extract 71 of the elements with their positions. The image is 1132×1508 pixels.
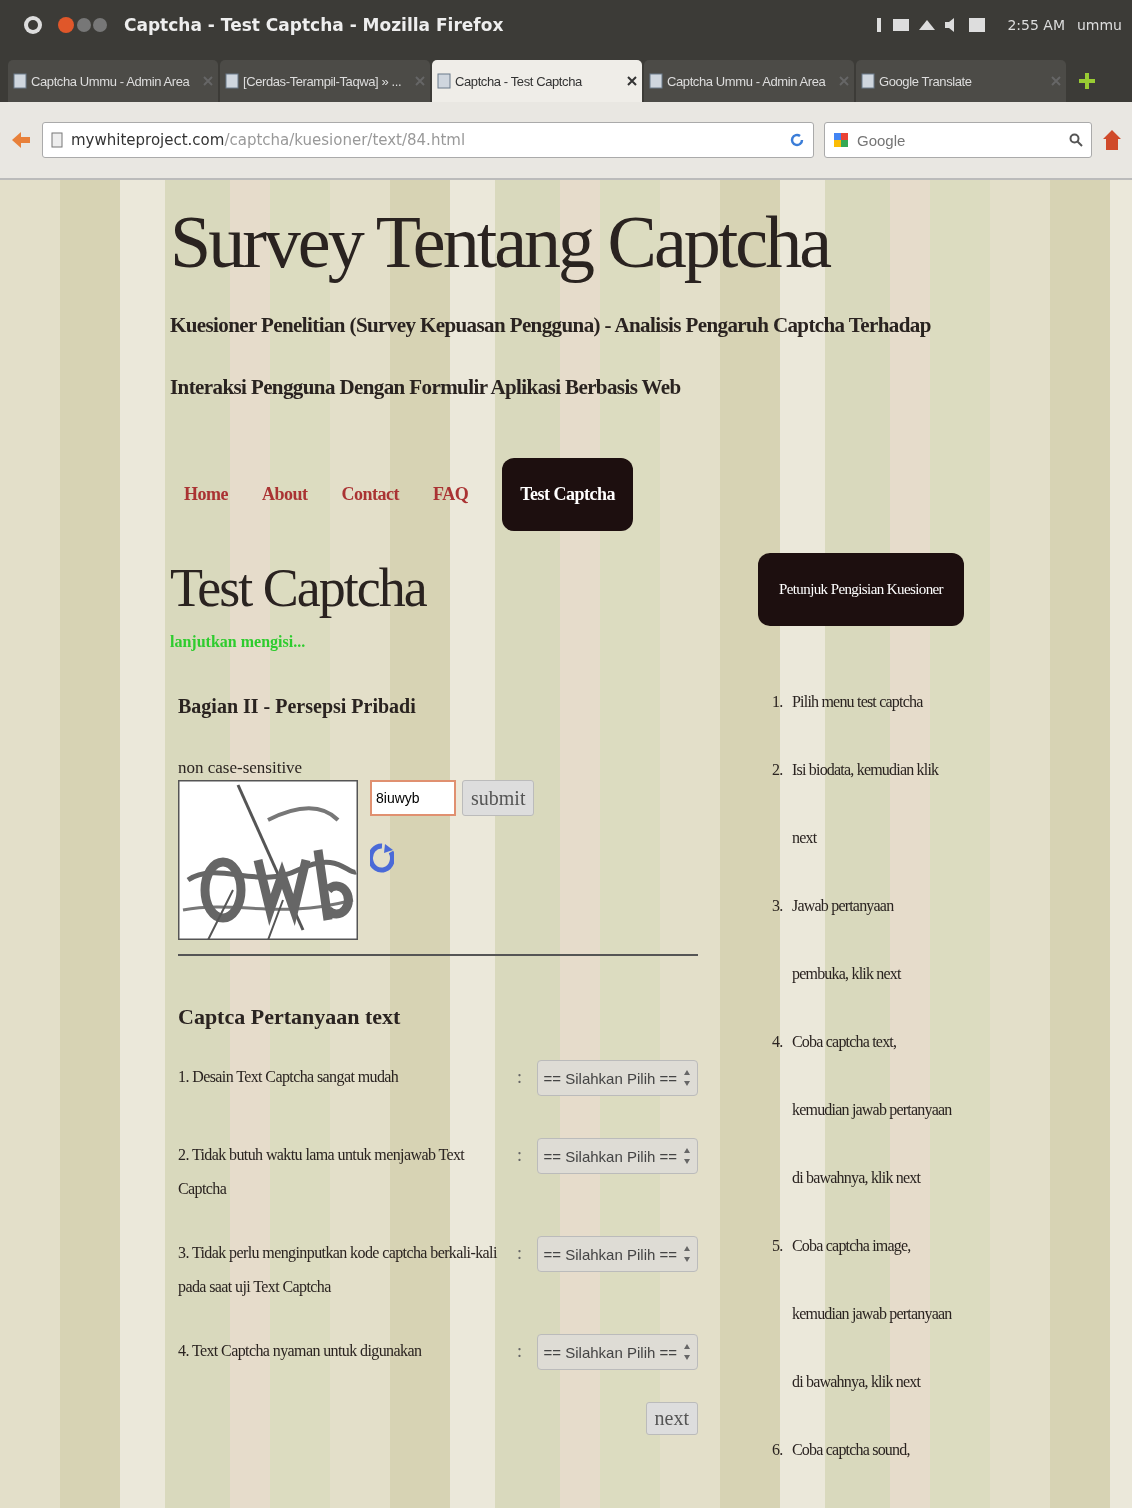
questions-heading: Captca Pertanyaan text: [178, 1004, 402, 1030]
page-icon: [13, 73, 27, 89]
refresh-icon[interactable]: [370, 842, 394, 874]
step-text: Jawab pertanyaan pembuka, klik next: [792, 896, 903, 985]
browser-tab[interactable]: [Cerdas-Terampil-Taqwa] » ...: [220, 60, 430, 102]
user-name[interactable]: ummu: [1076, 17, 1122, 33]
answer-dropdown[interactable]: == Silahkan Pilih ==: [536, 1060, 698, 1096]
step-number: 2.: [772, 760, 784, 780]
next-button[interactable]: next: [645, 1402, 698, 1435]
browser-tab[interactable]: Captcha - Test Captcha: [432, 60, 642, 102]
answer-dropdown[interactable]: == Silahkan Pilih ==: [536, 1138, 698, 1174]
question-text: 1. Desain Text Captcha sangat mudah: [178, 1067, 400, 1088]
page-icon: [51, 132, 63, 148]
url-path: /captcha/kuesioner/text/84.html: [224, 131, 466, 149]
step-number: 1.: [772, 692, 784, 712]
search-field[interactable]: Google: [824, 122, 1092, 158]
separator-colon: :: [516, 1242, 523, 1265]
nav-link[interactable]: Contact: [341, 484, 399, 505]
separator-colon: :: [516, 1066, 523, 1089]
search-icon[interactable]: [1069, 133, 1083, 147]
step-text: Coba captcha text, kemudian jawab pertanyaan di bawahnya, klik next: [792, 1032, 952, 1189]
browser-tab[interactable]: Captcha Ummu - Admin Area: [8, 60, 218, 102]
sidebar-title: Petunjuk Pengisian Kuesioner: [758, 553, 964, 626]
answer-dropdown[interactable]: == Silahkan Pilih ==: [536, 1236, 698, 1272]
question-text: 3. Tidak perlu menginputkan kode captcha berkali-kali pada saat uji Text Captcha: [178, 1243, 498, 1298]
page-icon: [649, 73, 663, 89]
page-icon: [225, 73, 239, 89]
ubuntu-logo-icon[interactable]: [22, 14, 44, 36]
page-icon: [861, 73, 875, 89]
page-icon: [437, 73, 451, 89]
submit-button[interactable]: submit: [462, 780, 535, 816]
step-text: Coba captcha image, kemudian jawab pertanyaan di bawahnya, klik next: [792, 1236, 952, 1393]
new-tab-icon[interactable]: [1078, 72, 1096, 90]
answer-dropdown[interactable]: == Silahkan Pilih ==: [536, 1334, 698, 1370]
step-number: 6.: [772, 1440, 784, 1460]
spinner-arrows-icon: [683, 1245, 691, 1263]
captcha-hint: non case-sensitive: [178, 758, 304, 778]
nav-link[interactable]: Home: [184, 484, 228, 505]
question-text: 2. Tidak butuh waktu lama untuk menjawab Text Captcha: [178, 1145, 466, 1200]
separator-colon: :: [516, 1340, 523, 1363]
separator-colon: :: [516, 1144, 523, 1167]
browser-tab[interactable]: Google Translate: [856, 60, 1066, 102]
page-heading: Test Captcha: [170, 557, 428, 620]
nav-link[interactable]: About: [262, 484, 308, 505]
step-text: Pilih menu test captcha: [792, 692, 924, 713]
step-text: Coba captcha sound,: [792, 1440, 911, 1461]
step-number: 5.: [772, 1236, 784, 1256]
site-subtitle: Kuesioner Penelitian (Survey Kepuasan Pengguna) - Analisis Pengaruh Captcha Terhadap Interaksi Pengguna Dengan Formulir Aplikasi Berbasis Web: [170, 312, 932, 401]
reload-icon[interactable]: [789, 132, 805, 148]
close-icon[interactable]: [627, 76, 637, 86]
google-icon: [833, 132, 849, 148]
spinner-arrows-icon: [683, 1069, 691, 1087]
clock-text[interactable]: 2:55 AM: [1007, 17, 1065, 33]
browser-tab[interactable]: Captcha Ummu - Admin Area: [644, 60, 854, 102]
step-number: 4.: [772, 1032, 784, 1052]
section-heading: Bagian II - Persepsi Pribadi: [178, 695, 417, 718]
captcha-input[interactable]: 8iuwyb: [370, 780, 456, 816]
nav-link[interactable]: FAQ: [433, 484, 469, 505]
spinner-arrows-icon: [683, 1343, 691, 1361]
home-icon[interactable]: [1102, 129, 1122, 151]
step-text: Isi biodata, kemudian klik next: [792, 760, 940, 848]
step-number: 3.: [772, 896, 784, 916]
site-title: Survey Tentang Captcha: [170, 200, 831, 285]
back-arrow-icon[interactable]: [10, 130, 32, 150]
notice-text: lanjutkan mengisi...: [170, 633, 307, 651]
url-host: mywhiteproject.com: [71, 131, 225, 149]
nav-link[interactable]: Test Captcha: [502, 458, 634, 531]
address-bar[interactable]: mywhiteproject.com/captcha/kuesioner/text/84.html: [42, 122, 814, 158]
question-text: 4. Text Captcha nyaman untuk digunakan: [178, 1341, 423, 1362]
window-title: Captcha - Test Captcha - Mozilla Firefox: [124, 15, 504, 35]
spinner-arrows-icon: [683, 1147, 691, 1165]
